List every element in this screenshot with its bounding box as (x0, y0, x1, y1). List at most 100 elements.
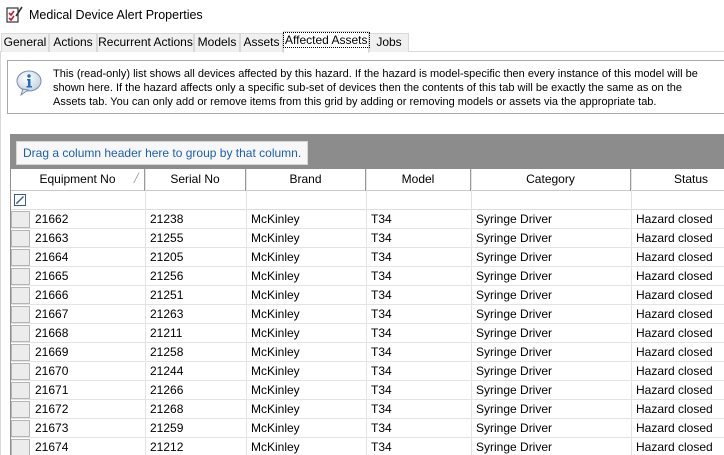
row-selector[interactable] (11, 382, 30, 399)
cell-equipment-no: 21663 (35, 231, 69, 245)
table-row[interactable]: 21671 21266 McKinley T34 Syringe Driver Hazar… (11, 381, 724, 400)
column-header-brand[interactable]: Brand (246, 169, 366, 191)
affected-assets-grid[interactable]: Drag a column header here to group by th… (10, 134, 724, 455)
cell-equipment-no: 21664 (35, 250, 69, 264)
cell-category: Syringe Driver (476, 326, 553, 340)
cell-status: Hazard closed (636, 345, 713, 359)
cell-category: Syringe Driver (476, 250, 553, 264)
cell-status: Hazard closed (636, 440, 713, 454)
column-header-equipment-no[interactable]: Equipment No ╱ (11, 169, 145, 191)
table-row[interactable]: 21667 21263 McKinley T34 Syringe Driver Hazar… (11, 305, 724, 324)
cell-model: T34 (371, 231, 392, 245)
row-selector[interactable] (11, 230, 30, 247)
column-header-label: Status (673, 172, 709, 186)
cell-serial-no: 21263 (150, 307, 184, 321)
column-header-category[interactable]: Category (471, 169, 631, 191)
table-row[interactable]: 21664 21205 McKinley T34 Syringe Driver Hazar… (11, 248, 724, 267)
tab-actions[interactable]: Actions (49, 33, 97, 52)
cell-model: T34 (371, 307, 392, 321)
row-selector[interactable] (11, 439, 30, 455)
row-selector[interactable] (11, 325, 30, 342)
table-row[interactable]: 21673 21259 McKinley T34 Syringe Driver Hazar… (11, 419, 724, 438)
table-row[interactable]: 21663 21255 McKinley T34 Syringe Driver Hazar… (11, 229, 724, 248)
cell-category: Syringe Driver (476, 440, 553, 454)
table-row[interactable]: 21666 21251 McKinley T34 Syringe Driver Hazar… (11, 286, 724, 305)
table-row[interactable]: 21662 21238 McKinley T34 Syringe Driver Hazar… (11, 210, 724, 229)
table-row[interactable]: 21665 21256 McKinley T34 Syringe Driver Hazar… (11, 267, 724, 286)
sort-ascending-icon: ╱ (133, 173, 139, 183)
row-selector[interactable] (11, 344, 30, 361)
cell-serial-no: 21244 (150, 364, 184, 378)
cell-serial-no: 21266 (150, 383, 184, 397)
cell-category: Syringe Driver (476, 269, 553, 283)
table-row[interactable]: 21670 21244 McKinley T34 Syringe Driver Hazar… (11, 362, 724, 381)
tab-jobs[interactable]: Jobs (369, 33, 409, 52)
column-header-label: Category (526, 172, 575, 186)
tab-affected-assets[interactable]: Affected Assets (283, 31, 370, 53)
cell-category: Syringe Driver (476, 402, 553, 416)
tab-recurrent-actions[interactable]: Recurrent Actions (97, 33, 194, 52)
column-header-row: Equipment No ╱ Serial No Brand Model Cat… (11, 169, 724, 191)
cell-status: Hazard closed (636, 402, 713, 416)
tab-assets[interactable]: Assets (240, 33, 283, 52)
row-selector[interactable] (11, 268, 30, 285)
cell-brand: McKinley (251, 364, 300, 378)
cell-equipment-no: 21674 (35, 440, 69, 454)
column-header-label: Brand (289, 172, 322, 186)
row-selector[interactable] (11, 287, 30, 304)
table-row[interactable]: 21669 21258 McKinley T34 Syringe Driver Hazar… (11, 343, 724, 362)
cell-equipment-no: 21665 (35, 269, 69, 283)
group-by-panel[interactable]: Drag a column header here to group by th… (11, 135, 724, 169)
cell-brand: McKinley (251, 288, 300, 302)
cell-equipment-no: 21671 (35, 383, 69, 397)
filter-row[interactable] (11, 191, 724, 210)
tab-models[interactable]: Models (194, 33, 240, 52)
column-header-status[interactable]: Status (631, 169, 724, 191)
cell-equipment-no: 21672 (35, 402, 69, 416)
cell-category: Syringe Driver (476, 383, 553, 397)
info-text: This (read-only) list shows all devices … (53, 68, 698, 108)
cell-status: Hazard closed (636, 288, 713, 302)
row-selector[interactable] (11, 420, 30, 437)
tab-label: Recurrent Actions (98, 35, 193, 49)
cell-serial-no: 21258 (150, 345, 184, 359)
cell-serial-no: 21211 (150, 326, 183, 340)
tab-label: Assets (243, 35, 280, 49)
column-header-label: Serial No (170, 172, 220, 186)
table-row[interactable]: 21674 21212 McKinley T34 Syringe Driver Hazar… (11, 438, 724, 455)
title-bar: Medical Device Alert Properties (0, 0, 724, 31)
cell-serial-no: 21255 (150, 231, 184, 245)
affected-assets-panel: This (read-only) list shows all devices … (0, 52, 724, 455)
tab-general[interactable]: General (1, 33, 49, 52)
tab-strip: General Actions Recurrent Actions Models… (0, 31, 724, 53)
cell-status: Hazard closed (636, 231, 713, 245)
cell-equipment-no: 21662 (35, 212, 69, 226)
row-selector[interactable] (11, 249, 30, 266)
row-selector[interactable] (11, 211, 30, 228)
table-row[interactable]: 21672 21268 McKinley T34 Syringe Driver Hazar… (11, 400, 724, 419)
cell-model: T34 (371, 345, 392, 359)
cell-model: T34 (371, 383, 392, 397)
tab-label: Affected Assets (283, 32, 370, 48)
column-header-serial-no[interactable]: Serial No (145, 169, 246, 191)
cell-status: Hazard closed (636, 307, 713, 321)
cell-category: Syringe Driver (476, 364, 553, 378)
cell-status: Hazard closed (636, 269, 713, 283)
cell-status: Hazard closed (636, 383, 713, 397)
cell-model: T34 (371, 288, 392, 302)
cell-category: Syringe Driver (476, 345, 553, 359)
cell-brand: McKinley (251, 440, 300, 454)
cell-brand: McKinley (251, 326, 300, 340)
filter-edit-icon[interactable] (14, 194, 26, 206)
cell-equipment-no: 21666 (35, 288, 69, 302)
cell-category: Syringe Driver (476, 231, 553, 245)
column-header-label: Equipment No (39, 172, 116, 186)
cell-equipment-no: 21673 (35, 421, 69, 435)
table-row[interactable]: 21668 21211 McKinley T34 Syringe Driver Hazar… (11, 324, 724, 343)
cell-brand: McKinley (251, 307, 300, 321)
column-header-model[interactable]: Model (366, 169, 471, 191)
row-selector[interactable] (11, 363, 30, 380)
row-selector[interactable] (11, 401, 30, 418)
cell-equipment-no: 21669 (35, 345, 69, 359)
row-selector[interactable] (11, 306, 30, 323)
